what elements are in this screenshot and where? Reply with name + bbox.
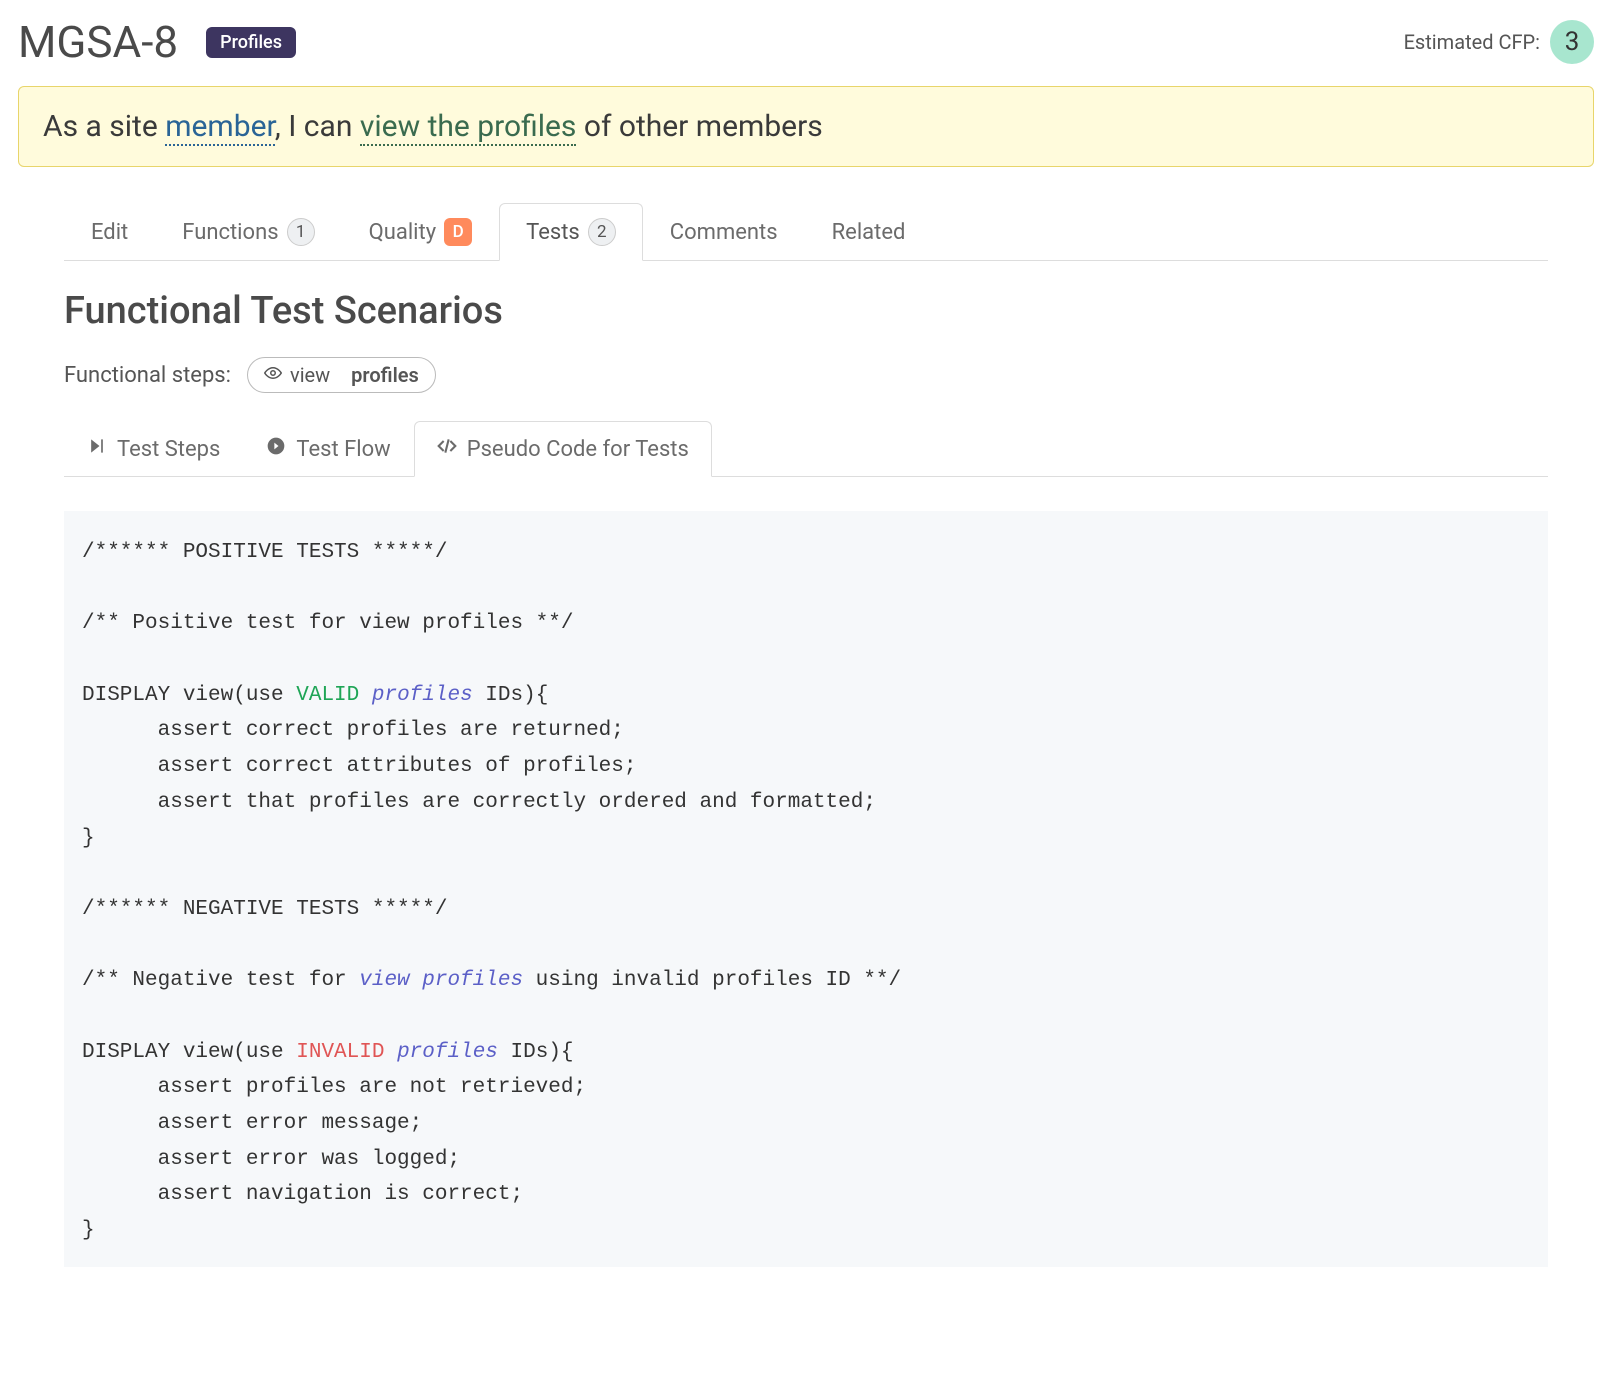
step-chip-action: view [290,363,330,387]
subtab-test-steps[interactable]: Test Steps [64,421,243,476]
header-left: MGSA-8 Profiles [18,16,296,68]
code-line: DISPLAY view(use [82,684,296,707]
functional-steps-row: Functional steps: view profiles [64,357,1548,393]
subtab-flow-label: Test Flow [296,437,390,462]
code-em: view profiles [359,969,523,992]
eye-icon [264,363,282,387]
page-title: MGSA-8 [18,16,178,68]
section-title: Functional Test Scenarios [64,289,1548,333]
code-valid-keyword: VALID [296,684,359,707]
code-line: using invalid profiles ID **/ [523,969,901,992]
code-line: IDs){ [498,1041,574,1064]
code-em: profiles [397,1041,498,1064]
tab-tests[interactable]: Tests 2 [499,203,643,261]
code-line: /****** NEGATIVE TESTS *****/ [82,898,447,921]
code-line: assert navigation is correct; [82,1183,523,1206]
code-line: } [82,827,95,850]
code-line: assert correct attributes of profiles; [82,755,637,778]
arrow-circle-right-icon [266,436,286,462]
code-space [359,684,372,707]
subtab-test-flow[interactable]: Test Flow [243,421,413,476]
code-space [384,1041,397,1064]
page-header: MGSA-8 Profiles Estimated CFP: 3 [18,16,1594,68]
code-line: assert profiles are not retrieved; [82,1076,586,1099]
main-content: Edit Functions 1 Quality D Tests 2 Comme… [18,203,1594,1267]
tab-functions-label: Functions [182,220,278,245]
tab-comments[interactable]: Comments [643,203,805,260]
story-suffix: of other members [576,109,822,144]
code-line: /** Positive test for view profiles **/ [82,612,573,635]
cfp-label: Estimated CFP: [1404,30,1540,54]
profiles-badge[interactable]: Profiles [206,27,296,58]
tab-quality[interactable]: Quality D [342,203,500,260]
code-line: assert error message; [82,1112,422,1135]
code-line: DISPLAY view(use [82,1041,296,1064]
code-line: /****** POSITIVE TESTS *****/ [82,541,447,564]
code-line: assert error was logged; [82,1148,460,1171]
code-line: /** Negative test for [82,969,359,992]
code-em: profiles [372,684,473,707]
story-action-link[interactable]: view the profiles [360,109,577,146]
code-line: assert correct profiles are returned; [82,719,624,742]
test-subtabs: Test Steps Test Flow Pseudo Code for Tes… [64,421,1548,477]
tab-functions[interactable]: Functions 1 [155,203,341,260]
tab-quality-grade: D [444,218,472,246]
step-chip-view-profiles[interactable]: view profiles [247,357,436,393]
code-line: } [82,1219,95,1242]
pseudo-code-block: /****** POSITIVE TESTS *****/ /** Positi… [64,511,1548,1267]
story-role-link[interactable]: member [165,109,275,146]
code-line: IDs){ [473,684,549,707]
tab-comments-label: Comments [670,220,778,245]
code-invalid-keyword: INVALID [296,1041,384,1064]
tab-quality-label: Quality [369,220,437,245]
tab-related-label: Related [832,220,906,245]
tab-edit-label: Edit [91,220,128,245]
subtab-pseudo-label: Pseudo Code for Tests [467,437,689,462]
story-mid: , I can [275,109,360,144]
step-forward-icon [87,436,107,462]
story-prefix: As a site [43,109,165,144]
tab-tests-label: Tests [526,220,580,245]
header-right: Estimated CFP: 3 [1404,20,1594,64]
tab-edit[interactable]: Edit [64,203,155,260]
tab-functions-count: 1 [287,218,315,246]
main-tabs: Edit Functions 1 Quality D Tests 2 Comme… [64,203,1548,261]
functional-steps-label: Functional steps: [64,363,231,388]
subtab-steps-label: Test Steps [117,437,220,462]
tab-related[interactable]: Related [805,203,933,260]
code-line: assert that profiles are correctly order… [82,791,876,814]
user-story-banner: As a site member, I can view the profile… [18,86,1594,167]
subtab-pseudo-code[interactable]: Pseudo Code for Tests [414,421,712,477]
code-icon [437,436,457,462]
tab-tests-count: 2 [588,218,616,246]
cfp-value-badge: 3 [1550,20,1594,64]
step-chip-object: profiles [351,363,419,387]
